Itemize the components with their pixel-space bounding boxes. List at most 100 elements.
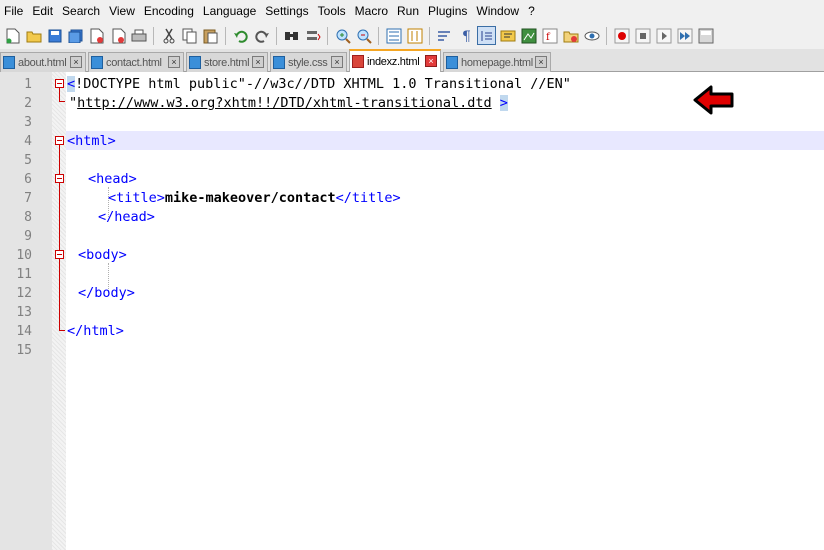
menu-item-run[interactable]: Run bbox=[393, 0, 424, 22]
save-icon[interactable] bbox=[46, 27, 63, 44]
tab-about-html[interactable]: about.html × bbox=[0, 52, 86, 72]
tab-close-icon[interactable]: × bbox=[70, 56, 82, 68]
code-line-7[interactable]: <title>mike-makeover/contact</title> bbox=[108, 189, 824, 208]
menu-item-language[interactable]: Language bbox=[199, 0, 261, 22]
code-line-8[interactable]: </head> bbox=[98, 208, 824, 227]
new-file-icon[interactable] bbox=[4, 27, 21, 44]
menu-item-edit[interactable]: Edit bbox=[28, 0, 58, 22]
tab-close-icon[interactable]: × bbox=[535, 56, 547, 68]
line-number: 1 bbox=[24, 77, 32, 92]
copy-icon[interactable] bbox=[181, 27, 198, 44]
menu-item-window[interactable]: Window bbox=[472, 0, 524, 22]
fold-toggle-head[interactable] bbox=[55, 174, 64, 183]
menu-item-view[interactable]: View bbox=[105, 0, 140, 22]
title-close-tag: </title> bbox=[335, 190, 401, 206]
doctype-open-bracket: < bbox=[67, 76, 76, 92]
line-number: 4 bbox=[24, 134, 32, 149]
doctype-declaration: !DOCTYPE html public"-//w3c//DTD XHTML 1… bbox=[75, 76, 571, 92]
code-line-4[interactable]: <html> bbox=[67, 132, 824, 151]
line-number: 7 bbox=[24, 191, 32, 206]
tab-indexz-html[interactable]: indexz.html × bbox=[349, 49, 441, 72]
menu-item-search[interactable]: Search bbox=[58, 0, 105, 22]
stop-recording-icon[interactable] bbox=[634, 27, 651, 44]
tab-homepage-html[interactable]: homepage.html × bbox=[443, 52, 551, 72]
fold-toggle-html[interactable] bbox=[55, 136, 64, 145]
title-content: mike-makeover/contact bbox=[164, 190, 336, 206]
fold-toggle-doctype[interactable] bbox=[55, 79, 64, 88]
tab-store-html[interactable]: store.html × bbox=[186, 52, 268, 72]
document-map-icon[interactable] bbox=[520, 27, 537, 44]
folder-as-workspace-icon[interactable] bbox=[562, 27, 579, 44]
line-number: 8 bbox=[24, 210, 32, 225]
toolbar-separator bbox=[606, 26, 607, 45]
word-wrap-icon[interactable] bbox=[436, 27, 453, 44]
playback-macro-icon[interactable] bbox=[655, 27, 672, 44]
tab-contact-html[interactable]: contact.html × bbox=[88, 52, 184, 72]
find-icon[interactable] bbox=[283, 27, 300, 44]
save-all-icon[interactable] bbox=[67, 27, 84, 44]
zoom-out-icon[interactable] bbox=[355, 27, 372, 44]
tab-label: contact.html bbox=[106, 56, 162, 69]
menu-bar: File Edit Search View Encoding Language Settin… bbox=[0, 0, 824, 22]
line-number: 10 bbox=[16, 248, 32, 263]
user-defined-language-icon[interactable] bbox=[499, 27, 516, 44]
line-number: 9 bbox=[24, 229, 32, 244]
show-all-characters-icon[interactable]: ¶ bbox=[457, 27, 474, 44]
line-number: 2 bbox=[24, 96, 32, 111]
cut-icon[interactable] bbox=[160, 27, 177, 44]
replace-icon[interactable] bbox=[304, 27, 321, 44]
toolbar-separator bbox=[276, 26, 277, 45]
code-line-12[interactable]: </body> bbox=[78, 284, 824, 303]
undo-icon[interactable] bbox=[232, 27, 249, 44]
line-number: 13 bbox=[16, 305, 32, 320]
open-file-icon[interactable] bbox=[25, 27, 42, 44]
line-number: 15 bbox=[16, 343, 32, 358]
menu-item-macro[interactable]: Macro bbox=[351, 0, 393, 22]
svg-text:¶: ¶ bbox=[462, 29, 471, 44]
redo-icon[interactable] bbox=[253, 27, 270, 44]
toolbar-separator bbox=[153, 26, 154, 45]
doctype-close-bracket: > bbox=[499, 95, 508, 111]
code-editor[interactable]: 1 2 3 4 5 6 7 8 9 10 11 12 13 14 15 <!DOCTYPE html pub… bbox=[0, 72, 824, 550]
fold-toggle-body[interactable] bbox=[55, 250, 64, 259]
code-line-10[interactable]: <body> bbox=[78, 246, 824, 265]
code-line-14[interactable]: </html> bbox=[67, 322, 824, 341]
line-number: 14 bbox=[16, 324, 32, 339]
menu-item-help[interactable]: ? bbox=[524, 0, 540, 22]
monitoring-eye-icon[interactable] bbox=[583, 27, 600, 44]
tab-close-icon[interactable]: × bbox=[425, 55, 437, 67]
fold-line bbox=[59, 145, 60, 330]
code-line-6[interactable]: <head> bbox=[88, 170, 824, 189]
menu-item-settings[interactable]: Settings bbox=[261, 0, 313, 22]
paste-icon[interactable] bbox=[202, 27, 219, 44]
menu-item-plugins[interactable]: Plugins bbox=[424, 0, 472, 22]
tab-close-icon[interactable]: × bbox=[252, 56, 264, 68]
sync-vertical-icon[interactable] bbox=[385, 27, 402, 44]
tab-label: indexz.html bbox=[367, 55, 420, 68]
toolbar-separator bbox=[327, 26, 328, 45]
sync-horizontal-icon[interactable] bbox=[406, 27, 423, 44]
print-icon[interactable] bbox=[130, 27, 147, 44]
tab-label: store.html bbox=[204, 56, 250, 69]
menu-item-tools[interactable]: Tools bbox=[314, 0, 351, 22]
doctype-space bbox=[492, 95, 500, 111]
annotation-arrow-icon bbox=[693, 85, 734, 115]
tab-close-icon[interactable]: × bbox=[331, 56, 343, 68]
run-macro-multiple-icon[interactable] bbox=[676, 27, 693, 44]
indent-guide-icon[interactable] bbox=[477, 26, 496, 45]
file-icon bbox=[3, 56, 15, 69]
record-macro-icon[interactable] bbox=[613, 27, 630, 44]
file-icon bbox=[189, 56, 201, 69]
zoom-in-icon[interactable] bbox=[334, 27, 351, 44]
menu-item-encoding[interactable]: Encoding bbox=[140, 0, 199, 22]
close-all-icon[interactable] bbox=[109, 27, 126, 44]
save-macro-icon[interactable] bbox=[697, 27, 714, 44]
doctype-quote: " bbox=[69, 95, 78, 111]
tab-close-icon[interactable]: × bbox=[168, 56, 180, 68]
close-file-icon[interactable] bbox=[88, 27, 105, 44]
function-list-icon[interactable]: f bbox=[541, 27, 558, 44]
fold-line bbox=[59, 88, 60, 101]
menu-item-file[interactable]: File bbox=[0, 0, 28, 22]
line-number: 6 bbox=[24, 172, 32, 187]
tab-style-css[interactable]: style.css × bbox=[270, 52, 347, 72]
